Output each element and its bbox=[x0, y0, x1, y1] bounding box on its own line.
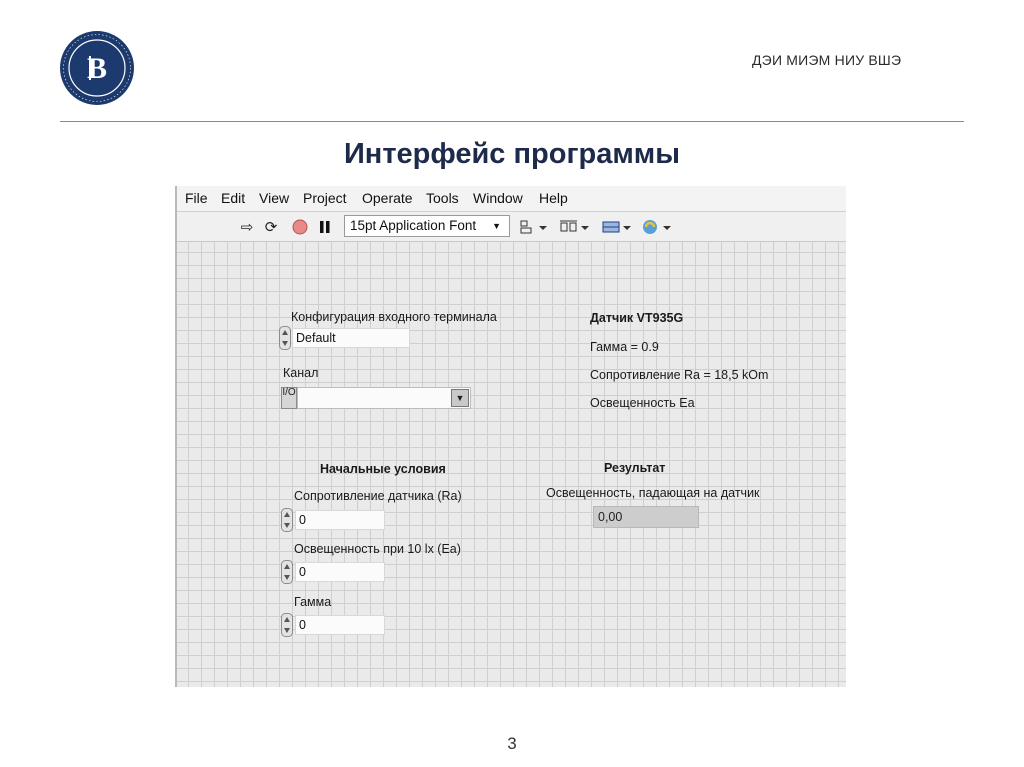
chevron-down-icon[interactable]: ▼ bbox=[451, 389, 469, 407]
sensor-resistance-input[interactable]: 0 bbox=[295, 510, 385, 530]
gamma-input[interactable]: 0 bbox=[295, 615, 385, 635]
labview-front-panel: File Edit View Project Operate Tools Win… bbox=[175, 186, 846, 687]
menu-tools[interactable]: Tools bbox=[426, 190, 459, 206]
menu-file[interactable]: File bbox=[185, 190, 208, 206]
slide-number: 3 bbox=[507, 734, 517, 753]
menu-operate[interactable]: Operate bbox=[362, 190, 413, 206]
run-arrow-icon[interactable]: ⇨ bbox=[237, 217, 257, 237]
menu-window[interactable]: Window bbox=[473, 190, 523, 206]
sensor-illuminance: Освещенность Ea bbox=[590, 396, 695, 410]
distribute-objects-icon[interactable] bbox=[559, 217, 591, 237]
organization-name: ДЭИ МИЭМ НИУ ВШЭ bbox=[752, 52, 902, 68]
slide-title: Интерфейс программы bbox=[343, 138, 681, 170]
gamma-label: Гамма bbox=[294, 595, 332, 609]
reorder-icon[interactable] bbox=[641, 217, 673, 237]
front-panel-grid bbox=[177, 242, 846, 687]
resistance-spinner-icon[interactable] bbox=[281, 508, 293, 532]
menu-view[interactable]: View bbox=[259, 190, 289, 206]
initial-conditions-title: Начальные условия bbox=[320, 462, 446, 476]
sensor-title: Датчик VT935G bbox=[590, 311, 684, 325]
terminal-config-label: Конфигурация входного терминала bbox=[291, 310, 497, 324]
illuminance-label: Освещенность при 10 lx (Ea) bbox=[294, 542, 461, 556]
terminal-config-field[interactable]: Default bbox=[292, 328, 410, 348]
chevron-down-icon: ▼ bbox=[492, 221, 501, 231]
menu-bar: File Edit View Project Operate Tools Win… bbox=[177, 186, 846, 212]
result-title: Результат bbox=[604, 461, 666, 475]
sensor-gamma: Гамма = 0.9 bbox=[590, 340, 659, 354]
toolbar: ⇨ ⟳ 15pt Application Font ▼ bbox=[177, 212, 846, 242]
result-indicator: 0,00 bbox=[593, 506, 699, 528]
illuminance-spinner-icon[interactable] bbox=[281, 560, 293, 584]
pause-icon[interactable] bbox=[315, 217, 335, 237]
illuminance-input[interactable]: 0 bbox=[295, 562, 385, 582]
abort-icon[interactable] bbox=[290, 217, 310, 237]
header-divider bbox=[60, 121, 964, 122]
font-select-value: 15pt Application Font bbox=[350, 218, 477, 233]
menu-help[interactable]: Help bbox=[539, 190, 568, 206]
resize-objects-icon[interactable] bbox=[601, 217, 633, 237]
sensor-resistance: Сопротивление Ra = 18,5 kOm bbox=[590, 368, 769, 382]
result-label: Освещенность, падающая на датчик bbox=[546, 486, 760, 500]
channel-label: Канал bbox=[283, 366, 319, 380]
run-continuously-icon[interactable]: ⟳ bbox=[261, 217, 281, 237]
sensor-resistance-label: Сопротивление датчика (Ra) bbox=[294, 489, 462, 503]
menu-edit[interactable]: Edit bbox=[221, 190, 245, 206]
terminal-config-spinner-icon[interactable] bbox=[279, 326, 291, 350]
io-ring-icon[interactable]: I/O bbox=[281, 387, 297, 409]
hse-logo: В bbox=[59, 30, 135, 106]
align-objects-icon[interactable] bbox=[519, 217, 549, 237]
font-select[interactable]: 15pt Application Font ▼ bbox=[344, 215, 510, 237]
gamma-spinner-icon[interactable] bbox=[281, 613, 293, 637]
channel-dropdown[interactable]: ▼ bbox=[297, 387, 471, 409]
menu-project[interactable]: Project bbox=[303, 190, 347, 206]
